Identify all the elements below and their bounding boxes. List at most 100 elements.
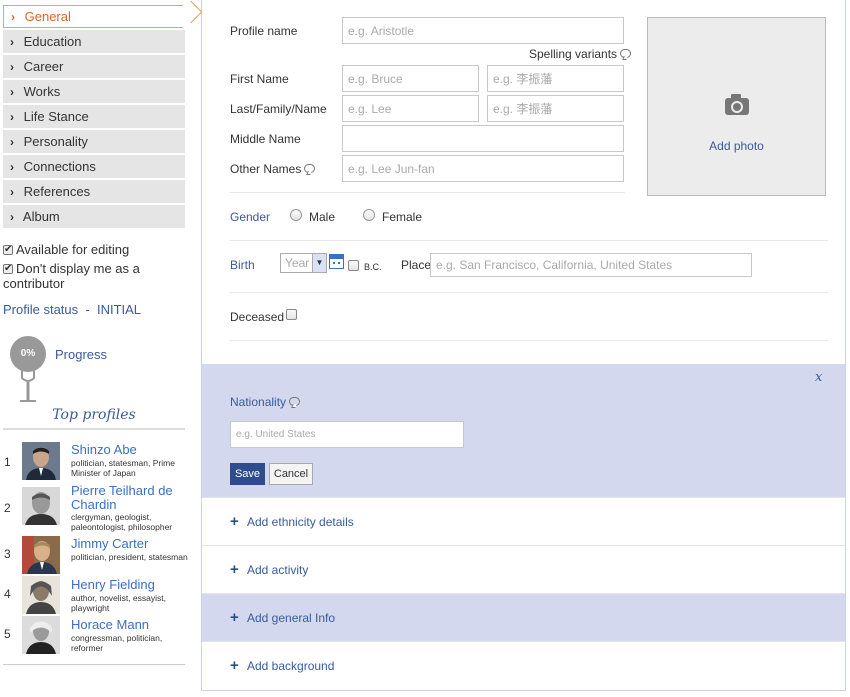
add-activity-link[interactable]: Add activity: [247, 563, 308, 577]
profile-name-link[interactable]: Henry Fielding: [71, 578, 189, 592]
profile-name-link[interactable]: Horace Mann: [71, 618, 189, 632]
profile-status[interactable]: Profile status - INITIAL: [3, 302, 141, 317]
calendar-icon[interactable]: [329, 254, 344, 269]
bc-checkbox[interactable]: [348, 260, 359, 271]
add-general-info-link[interactable]: Add general Info: [247, 611, 335, 625]
chevron-right-icon: ›: [10, 185, 14, 199]
chevron-right-icon: ›: [10, 210, 14, 224]
spelling-variants-link[interactable]: Spelling variants: [529, 47, 632, 61]
birth-year-select[interactable]: Year ▼: [280, 253, 327, 273]
male-label[interactable]: Male: [309, 210, 335, 224]
plus-icon: +: [230, 513, 239, 530]
add-photo-box[interactable]: Add photo: [647, 17, 826, 196]
last-name-input[interactable]: [342, 95, 479, 122]
profile-avatar[interactable]: [22, 442, 60, 480]
profile-description: congressman, politician, reformer: [71, 633, 163, 653]
progress-stem-icon: [20, 368, 36, 402]
profile-description: politician, statesman, Prime Minister of…: [71, 458, 175, 478]
sidebar-item-life-stance[interactable]: › Life Stance: [3, 105, 185, 128]
profile-name-link[interactable]: Pierre Teilhard de Chardin: [71, 484, 189, 512]
progress-label[interactable]: Progress: [55, 347, 107, 362]
sidebar-item-general[interactable]: › General: [3, 5, 183, 28]
nationality-text: Nationality: [230, 395, 287, 409]
female-radio[interactable]: [363, 209, 375, 221]
sidebar-item-label: Connections: [23, 159, 96, 174]
profile-name-input[interactable]: [342, 17, 624, 44]
chevron-right-icon: ›: [10, 85, 14, 99]
middle-name-input[interactable]: [342, 125, 624, 152]
chevron-right-icon: ›: [10, 160, 14, 174]
add-background-row[interactable]: + Add background: [202, 641, 845, 689]
camera-icon: [725, 94, 749, 115]
add-ethnicity-link[interactable]: Add ethnicity details: [247, 515, 354, 529]
last-name-alt-input[interactable]: [487, 95, 624, 122]
divider: [230, 340, 828, 341]
deceased-checkbox[interactable]: [286, 309, 297, 320]
birth-label: Birth: [230, 258, 255, 272]
chevron-right-icon: ›: [10, 60, 14, 74]
sidebar-item-label: Career: [23, 59, 64, 74]
sidebar: › General › Education › Career › Works ›…: [0, 0, 203, 697]
other-names-label: Other Names: [230, 162, 316, 176]
save-button[interactable]: Save: [230, 463, 265, 485]
chevron-right-icon: ›: [10, 35, 14, 49]
chevron-right-icon: ›: [11, 10, 15, 24]
profile-avatar[interactable]: [22, 576, 60, 614]
add-general-info-row[interactable]: + Add general Info: [202, 593, 845, 641]
profile-rank: 1: [4, 455, 11, 469]
first-name-alt-input[interactable]: [487, 65, 624, 92]
nationality-input[interactable]: [230, 421, 464, 448]
add-ethnicity-row[interactable]: + Add ethnicity details: [202, 497, 845, 545]
divider: [230, 292, 828, 293]
male-radio[interactable]: [290, 209, 302, 221]
plus-icon: +: [230, 657, 239, 674]
sidebar-item-connections[interactable]: › Connections: [3, 155, 185, 178]
available-for-editing-checkbox[interactable]: [3, 242, 13, 257]
nationality-label: Nationality: [230, 395, 301, 409]
last-name-label: Last/Family/Name: [230, 102, 327, 116]
add-activity-row[interactable]: + Add activity: [202, 545, 845, 593]
place-label: Place: [401, 258, 432, 272]
speech-bubble-icon[interactable]: [289, 397, 301, 406]
first-name-label: First Name: [230, 72, 289, 86]
sidebar-item-personality[interactable]: › Personality: [3, 130, 185, 153]
sidebar-item-label: Life Stance: [23, 109, 89, 124]
first-name-input[interactable]: [342, 65, 479, 92]
divider: [3, 664, 185, 665]
add-photo-label: Add photo: [709, 139, 764, 153]
profile-avatar[interactable]: [22, 616, 60, 654]
sidebar-item-education[interactable]: › Education: [3, 30, 185, 53]
profile-rank: 3: [4, 547, 11, 561]
dont-display-checkbox[interactable]: [3, 261, 13, 276]
sidebar-item-references[interactable]: › References: [3, 180, 185, 203]
sidebar-item-label: Personality: [23, 134, 88, 149]
add-background-link[interactable]: Add background: [247, 659, 334, 673]
chevron-down-icon: ▼: [312, 254, 326, 272]
deceased-label: Deceased: [230, 310, 285, 324]
other-names-input[interactable]: [342, 155, 624, 182]
sidebar-item-label: General: [24, 9, 71, 24]
dont-display-row[interactable]: Don't display me as a contributor: [3, 261, 183, 291]
available-for-editing-label: Available for editing: [16, 242, 130, 257]
profile-avatar[interactable]: [22, 487, 60, 525]
close-icon[interactable]: x: [815, 370, 822, 385]
available-for-editing-row[interactable]: Available for editing: [3, 242, 129, 257]
sidebar-item-works[interactable]: › Works: [3, 80, 185, 103]
progress-badge: 0%: [10, 336, 46, 372]
cancel-button[interactable]: Cancel: [269, 463, 313, 485]
divider: [3, 428, 185, 430]
sidebar-item-album[interactable]: › Album: [3, 205, 185, 228]
profile-avatar[interactable]: [22, 536, 60, 574]
speech-bubble-icon[interactable]: [304, 164, 316, 173]
spelling-variants-label: Spelling variants: [529, 47, 618, 61]
profile-name-link[interactable]: Jimmy Carter: [71, 537, 189, 551]
female-label[interactable]: Female: [382, 210, 422, 224]
sidebar-item-career[interactable]: › Career: [3, 55, 185, 78]
profile-rank: 5: [4, 627, 11, 641]
sidebar-item-label: Education: [23, 34, 82, 49]
profile-name-link[interactable]: Shinzo Abe: [71, 443, 189, 457]
divider: [230, 240, 828, 241]
other-names-text: Other Names: [230, 162, 302, 176]
profile-rank: 2: [4, 501, 11, 515]
birth-place-input[interactable]: [430, 253, 752, 277]
